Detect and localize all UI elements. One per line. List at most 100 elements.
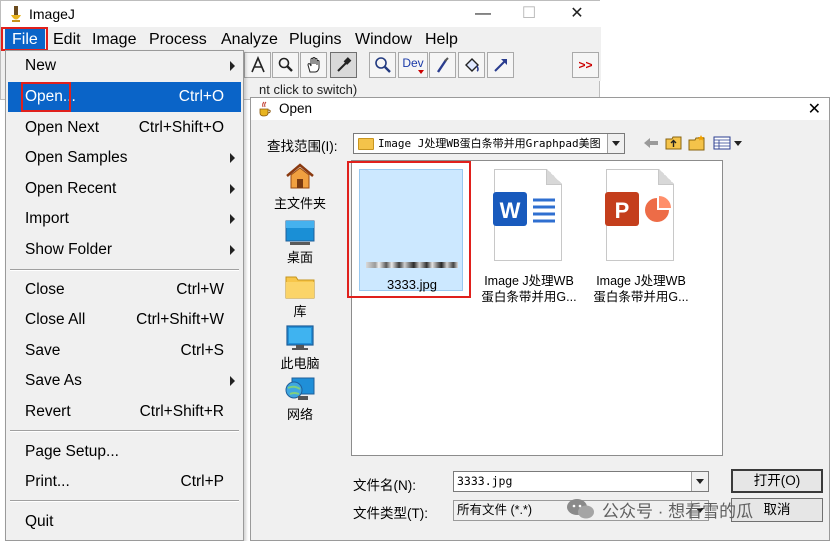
menu-item-import[interactable]: Import <box>8 205 241 233</box>
menu-item-close[interactable]: Close Ctrl+W <box>8 276 241 304</box>
more-tools-icon[interactable]: >> <box>572 52 599 78</box>
up-folder-icon[interactable] <box>665 134 683 152</box>
network-icon <box>285 377 315 400</box>
menu-item-label: Revert <box>25 403 71 420</box>
place-label: 库 <box>293 304 307 319</box>
menu-item-open-recent[interactable]: Open Recent <box>8 175 241 203</box>
place-this-pc[interactable]: 此电脑 <box>265 322 335 374</box>
look-in-dropdown[interactable]: Image J处理WB蛋白条带并用Graphpad美图 <box>353 133 625 154</box>
menu-image[interactable]: Image <box>90 29 138 50</box>
folder-icon <box>358 138 374 150</box>
color-picker-icon[interactable] <box>330 52 357 78</box>
word-document-icon: W <box>493 169 562 261</box>
menu-item-label: Print... <box>25 473 70 490</box>
file-item-powerpoint[interactable]: P Image J处理WB 蛋白条带并用G... <box>582 167 700 307</box>
minimize-icon[interactable]: — <box>463 3 503 25</box>
flood-fill-icon[interactable] <box>458 52 485 78</box>
menu-help[interactable]: Help <box>423 29 460 50</box>
menu-item-shortcut: Ctrl+O <box>178 88 224 105</box>
menu-item-label: Import <box>25 210 69 227</box>
place-library[interactable]: 库 <box>265 270 335 322</box>
menu-item-quit[interactable]: Quit <box>8 508 241 536</box>
menu-item-shortcut: Ctrl+Shift+R <box>139 403 224 420</box>
place-label: 桌面 <box>286 250 313 265</box>
place-home[interactable]: 主文件夹 <box>265 160 335 212</box>
close-icon[interactable]: ✕ <box>557 3 597 25</box>
menu-item-label: Save <box>25 342 61 359</box>
maximize-icon[interactable]: ☐ <box>509 3 549 25</box>
zoom-icon[interactable] <box>369 52 396 78</box>
powerpoint-document-icon: P <box>605 169 674 261</box>
menu-item-label: Quit <box>25 513 54 530</box>
menu-item-shortcut: Ctrl+W <box>176 281 224 298</box>
file-item-word-doc[interactable]: W Image J处理WB 蛋白条带并用G... <box>470 167 588 307</box>
imagej-titlebar[interactable]: ImageJ — ☐ ✕ <box>1 1 601 27</box>
dialog-title: Open <box>279 101 313 116</box>
menu-item-new[interactable]: New <box>8 52 241 80</box>
dialog-titlebar[interactable]: Open ✕ <box>251 98 829 120</box>
submenu-arrow-icon <box>230 214 235 224</box>
menu-process[interactable]: Process <box>147 29 209 50</box>
file-name-line2: 蛋白条带并用G... <box>593 290 689 304</box>
look-in-label: 查找范围(I): <box>267 139 338 154</box>
magnifier-icon[interactable] <box>272 52 299 78</box>
desktop-icon <box>285 220 315 245</box>
menu-separator <box>10 430 239 432</box>
file-name-label: 文件名(N): <box>353 478 416 493</box>
submenu-arrow-icon <box>230 376 235 386</box>
menu-item-label: Open Next <box>25 119 100 136</box>
menu-item-show-folder[interactable]: Show Folder <box>8 236 241 264</box>
menu-item-page-setup[interactable]: Page Setup... <box>8 438 241 466</box>
menu-item-open-next[interactable]: Open Next Ctrl+Shift+O <box>8 114 241 142</box>
menu-item-open-samples[interactable]: Open Samples <box>8 144 241 172</box>
file-name-value: 3333.jpg <box>457 474 513 488</box>
arrow-tool-icon[interactable] <box>487 52 514 78</box>
submenu-arrow-icon <box>230 245 235 255</box>
file-name-line2: 蛋白条带并用G... <box>481 290 577 304</box>
chevron-down-icon[interactable] <box>691 472 708 491</box>
imagej-logo-icon <box>11 6 21 22</box>
annotation-box-file <box>1 27 48 51</box>
place-label: 此电脑 <box>280 356 320 371</box>
place-desktop[interactable]: 桌面 <box>265 216 335 268</box>
place-label: 主文件夹 <box>273 196 326 211</box>
menu-analyze[interactable]: Analyze <box>219 29 280 50</box>
menu-separator <box>10 269 239 271</box>
menu-item-label: Page Setup... <box>25 443 119 460</box>
svg-text:P: P <box>615 198 630 223</box>
menu-edit[interactable]: Edit <box>51 29 83 50</box>
file-type-label: 文件类型(T): <box>353 506 428 521</box>
menu-window[interactable]: Window <box>353 29 414 50</box>
place-network[interactable]: 网络 <box>265 374 335 426</box>
menu-item-print[interactable]: Print... Ctrl+P <box>8 468 241 496</box>
paintbrush-icon[interactable] <box>429 52 456 78</box>
back-arrow-icon[interactable] <box>643 134 659 152</box>
file-name-input[interactable]: 3333.jpg <box>453 471 709 492</box>
menu-item-label: Open Recent <box>25 180 117 197</box>
new-folder-icon[interactable] <box>688 134 706 152</box>
view-menu-icon[interactable] <box>713 134 745 152</box>
wechat-logo-icon <box>567 499 594 519</box>
menu-item-label: Show Folder <box>25 241 113 258</box>
scroll-hand-icon[interactable] <box>300 52 327 78</box>
annotation-box-open <box>21 82 71 112</box>
open-dialog: Open ✕ 查找范围(I): Image J处理WB蛋白条带并用Graphpa… <box>250 97 830 541</box>
developer-menu-icon[interactable]: Dev <box>398 52 428 78</box>
java-cup-icon <box>259 101 271 117</box>
file-menu: New Open... Ctrl+O Open Next Ctrl+Shift+… <box>5 50 244 541</box>
menu-plugins[interactable]: Plugins <box>287 29 343 50</box>
chevron-down-icon[interactable] <box>607 134 624 153</box>
svg-text:W: W <box>500 198 521 223</box>
menu-item-revert[interactable]: Revert Ctrl+Shift+R <box>8 398 241 426</box>
menu-item-save-as[interactable]: Save As <box>8 367 241 395</box>
text-tool-icon[interactable] <box>244 52 271 78</box>
menu-item-shortcut: Ctrl+Shift+W <box>136 311 224 328</box>
menu-item-close-all[interactable]: Close All Ctrl+Shift+W <box>8 306 241 334</box>
dialog-close-icon[interactable]: ✕ <box>808 99 821 119</box>
menu-item-label: Open Samples <box>25 149 128 166</box>
submenu-arrow-icon <box>230 153 235 163</box>
computer-icon <box>286 325 314 350</box>
home-icon <box>286 163 314 189</box>
menu-item-save[interactable]: Save Ctrl+S <box>8 337 241 365</box>
open-button[interactable]: 打开(O) <box>731 469 823 493</box>
